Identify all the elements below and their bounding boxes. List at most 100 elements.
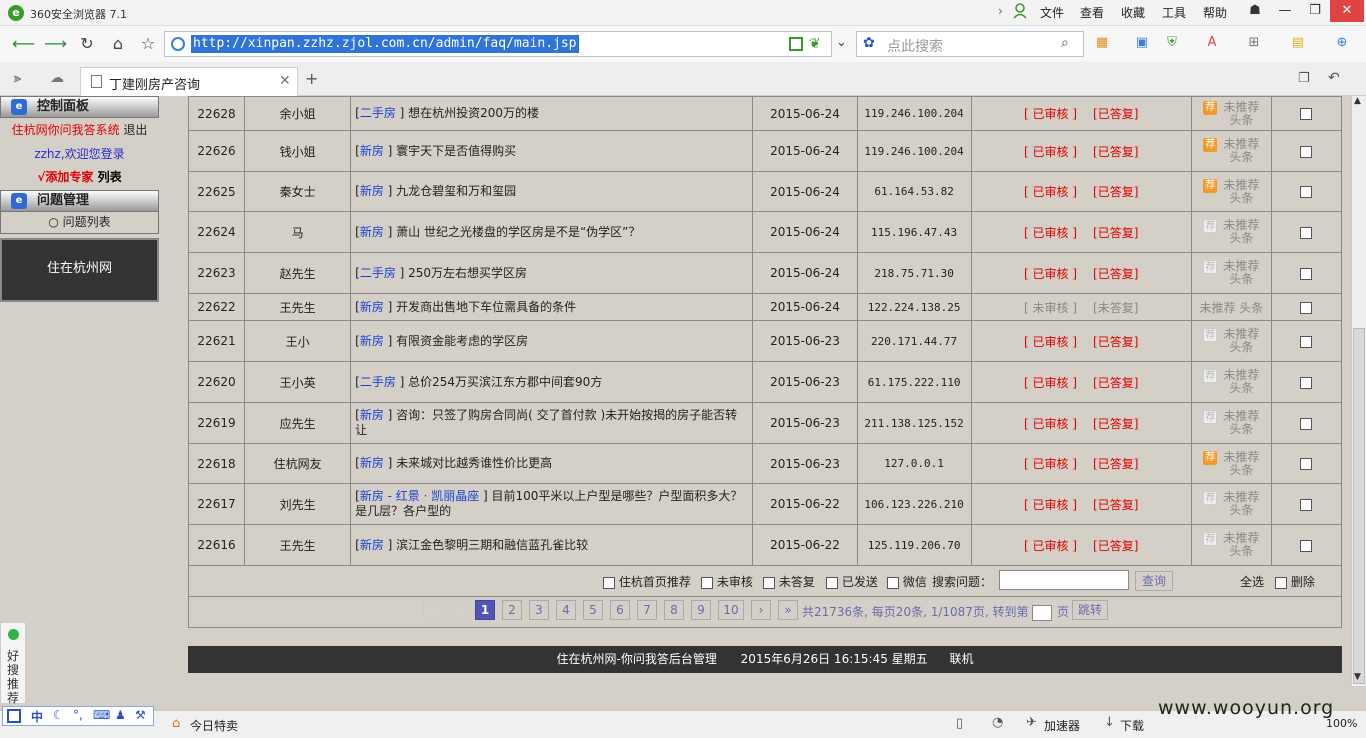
answer-status[interactable]: [已答复]: [1093, 417, 1138, 431]
question-list-link[interactable]: ○ 问题列表: [0, 212, 159, 234]
answer-status[interactable]: [已答复]: [1093, 335, 1138, 349]
tab-list-icon[interactable]: ❐: [1298, 71, 1310, 86]
keyboard-icon[interactable]: ⌨: [93, 708, 110, 722]
question-title[interactable]: 开发商出售地下车位需具备的条件: [396, 300, 576, 314]
delete-filter[interactable]: 删除: [1275, 573, 1315, 590]
back-icon[interactable]: ⟵: [12, 33, 35, 55]
forward-icon[interactable]: ⟶: [44, 33, 67, 55]
wechat-checkbox[interactable]: [887, 576, 899, 589]
menu-favorites[interactable]: 收藏: [1121, 4, 1145, 21]
search-icon[interactable]: ⌕: [1061, 35, 1069, 51]
address-dropdown-icon[interactable]: ⌄: [836, 35, 847, 50]
address-bar[interactable]: http://xinpan.zzhz.zjol.com.cn/admin/faq…: [164, 31, 832, 57]
answer-status[interactable]: [已答复]: [1093, 145, 1138, 159]
page-button[interactable]: 1: [475, 600, 495, 620]
answer-status[interactable]: [已答复]: [1093, 376, 1138, 390]
page-button[interactable]: 7: [637, 600, 657, 620]
question-title[interactable]: 有限资金能考虑的学区房: [396, 334, 528, 348]
restore-icon[interactable]: ❐: [1300, 0, 1330, 22]
home-recommend-checkbox[interactable]: [603, 576, 615, 589]
baidu-paw-icon[interactable]: ✿: [863, 35, 875, 51]
row-checkbox[interactable]: [1300, 335, 1313, 348]
row-checkbox[interactable]: [1300, 226, 1313, 239]
search-box[interactable]: ✿ 点此搜索 ⌕: [856, 31, 1084, 57]
today-deals[interactable]: 今日特卖: [190, 717, 238, 734]
question-category[interactable]: 二手房: [360, 106, 396, 120]
question-title[interactable]: 咨询：只签了购房合同尚( 交了首付款 )未开始按揭的房子能否转让: [355, 408, 737, 437]
question-category[interactable]: 新房: [360, 538, 384, 552]
question-category[interactable]: 新房: [360, 184, 384, 198]
search-question-input[interactable]: [999, 570, 1129, 590]
row-checkbox[interactable]: [1300, 145, 1313, 158]
review-status[interactable]: [ 未审核 ]: [1024, 301, 1077, 315]
page-button[interactable]: 9: [691, 600, 711, 620]
review-status[interactable]: [ 已审核 ]: [1024, 457, 1077, 471]
moon-icon[interactable]: ☾: [53, 708, 64, 722]
question-title[interactable]: 九龙仓碧玺和万和玺园: [396, 184, 516, 198]
calendar-icon[interactable]: ▣: [1134, 35, 1150, 51]
side-push-panel[interactable]: 好搜推荐: [0, 622, 26, 705]
review-status[interactable]: [ 已审核 ]: [1024, 498, 1077, 512]
screenshot-icon[interactable]: ⊞: [1246, 35, 1262, 51]
review-status[interactable]: [ 已审核 ]: [1024, 107, 1077, 121]
recommend-icon[interactable]: 荐: [1203, 260, 1218, 274]
question-category[interactable]: 新房: [360, 300, 384, 314]
recommend-icon[interactable]: 荐: [1203, 410, 1218, 424]
close-window-icon[interactable]: ✕: [1330, 0, 1364, 22]
sent-checkbox[interactable]: [826, 576, 838, 589]
scroll-thumb[interactable]: [1353, 328, 1365, 684]
ime-logo-icon[interactable]: [7, 709, 21, 723]
row-checkbox[interactable]: [1300, 498, 1313, 511]
menu-help[interactable]: 帮助: [1203, 4, 1227, 21]
page-button[interactable]: 5: [583, 600, 603, 620]
tab-close-icon[interactable]: ✕: [279, 73, 291, 89]
recommend-icon[interactable]: 荐: [1203, 219, 1218, 233]
select-all-checkbox[interactable]: [1275, 576, 1287, 589]
unanswered-filter[interactable]: 未答复: [763, 573, 815, 590]
vertical-scrollbar[interactable]: ▲ ▼: [1351, 96, 1366, 686]
expert-list-link[interactable]: 列表: [98, 170, 122, 184]
recommend-icon[interactable]: 荐: [1203, 178, 1218, 193]
phone-icon[interactable]: ▯: [956, 716, 963, 731]
page-button[interactable]: 10: [718, 600, 744, 620]
review-status[interactable]: [ 已审核 ]: [1024, 145, 1077, 159]
sent-filter[interactable]: 已发送: [826, 573, 878, 590]
scroll-down-icon[interactable]: ▼: [1354, 672, 1361, 682]
next-page-button[interactable]: ›: [751, 600, 771, 620]
page-button[interactable]: 8: [664, 600, 684, 620]
person-icon[interactable]: ♟: [115, 708, 126, 722]
answer-status[interactable]: [已答复]: [1093, 107, 1138, 121]
bookmark-star-icon[interactable]: ☆: [137, 33, 159, 55]
wrench-icon[interactable]: ⚒: [135, 708, 146, 722]
rocket-icon[interactable]: ✈: [1026, 715, 1037, 730]
answer-status[interactable]: [已答复]: [1093, 267, 1138, 281]
qr-code-icon[interactable]: [789, 37, 803, 51]
recommend-icon[interactable]: 荐: [1203, 532, 1218, 546]
menu-file[interactable]: 文件: [1040, 4, 1064, 21]
recommend-icon[interactable]: 荐: [1203, 491, 1218, 505]
accelerator-label[interactable]: 加速器: [1044, 717, 1080, 734]
refresh-icon[interactable]: ↻: [76, 33, 98, 55]
review-status[interactable]: [ 已审核 ]: [1024, 226, 1077, 240]
answer-status[interactable]: [已答复]: [1093, 457, 1138, 471]
question-category[interactable]: 新房: [360, 456, 384, 470]
menu-view[interactable]: 查看: [1080, 4, 1104, 21]
question-title[interactable]: 寰宇天下是否值得购买: [396, 144, 516, 158]
prev-page-button[interactable]: [450, 600, 470, 620]
unanswered-checkbox[interactable]: [763, 576, 775, 589]
ime-mode[interactable]: 中: [31, 708, 43, 725]
search-input[interactable]: 点此搜索: [887, 36, 943, 56]
gift-icon[interactable]: ▤: [1290, 35, 1306, 51]
home-recommend-filter[interactable]: 住杭首页推荐: [603, 573, 691, 590]
question-category[interactable]: 二手房: [360, 375, 396, 389]
page-button[interactable]: 2: [502, 600, 522, 620]
unreviewed-checkbox[interactable]: [701, 576, 713, 589]
question-category[interactable]: 新房: [360, 225, 384, 239]
add-expert-link[interactable]: √添加专家: [37, 170, 93, 184]
page-button[interactable]: 3: [529, 600, 549, 620]
menu-tools[interactable]: 工具: [1162, 4, 1186, 21]
row-checkbox[interactable]: [1300, 539, 1313, 552]
cloud-icon[interactable]: ☁: [50, 70, 64, 86]
download-icon[interactable]: ↓: [1104, 715, 1115, 730]
row-checkbox[interactable]: [1300, 458, 1313, 470]
